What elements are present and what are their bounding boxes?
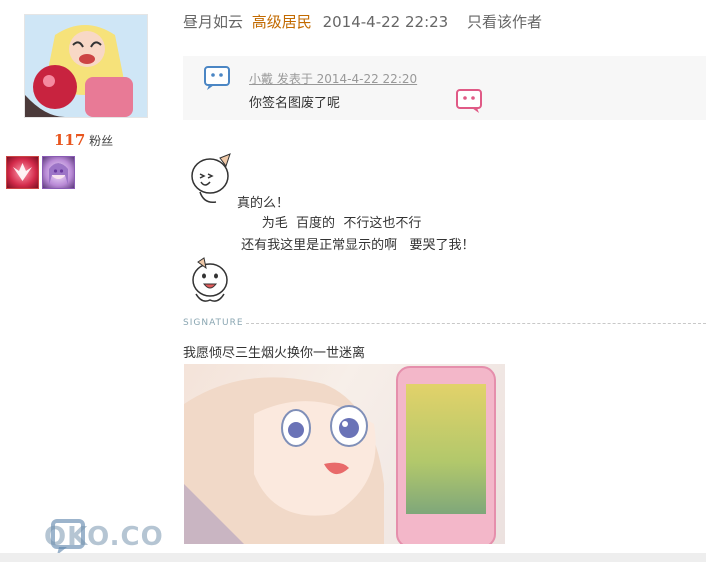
fans-number: 117 bbox=[54, 131, 86, 149]
quote-open-icon bbox=[204, 66, 230, 90]
quote-close-icon bbox=[456, 89, 482, 113]
post-datetime: 2014-4-22 22:23 bbox=[322, 13, 449, 31]
only-author-link[interactable]: 只看该作者 bbox=[467, 13, 542, 31]
signature-label: SIGNATURE bbox=[183, 318, 244, 328]
post-body-line-2: 为毛 百度的 不行这也不行 bbox=[237, 216, 422, 231]
character-icon bbox=[49, 163, 68, 185]
author-name[interactable]: 昼月如云 bbox=[183, 13, 243, 31]
emoticon-shouting-icon bbox=[192, 257, 228, 302]
avatar[interactable] bbox=[24, 14, 148, 118]
watermark-text: OKO.CO bbox=[44, 522, 164, 552]
signature-divider bbox=[246, 323, 706, 324]
user-level-badge: 高级居民 bbox=[251, 13, 312, 31]
fans-count[interactable]: 117 粉丝 bbox=[54, 131, 113, 149]
phone-screen bbox=[406, 384, 486, 514]
post-header: 昼月如云 高级居民 2014-4-22 22:23 只看该作者 bbox=[183, 11, 542, 32]
quote-block: 小戴 发表于 2014-4-22 22:20 你签名图废了呢 bbox=[183, 56, 706, 120]
avatar-image bbox=[25, 15, 147, 117]
fans-label: 粉丝 bbox=[89, 134, 114, 148]
quote-text: 你签名图废了呢 bbox=[249, 96, 341, 111]
post-body-line-1: 真的么！ bbox=[237, 196, 290, 211]
user-sidebar: 117 粉丝 bbox=[0, 0, 170, 562]
phone-illustration bbox=[396, 366, 496, 544]
quote-meta-link[interactable]: 小戴 发表于 2014-4-22 22:20 bbox=[249, 70, 417, 87]
post-body-line-3: 还有我这里是正常显示的啊 要哭了我！ bbox=[237, 238, 475, 253]
medal-character-icon[interactable] bbox=[42, 156, 75, 189]
signature-image bbox=[184, 364, 505, 544]
wings-icon bbox=[13, 163, 32, 181]
emoticon-crying-icon bbox=[191, 153, 231, 204]
signature-text: 我愿倾尽三生烟火换你一世迷离 bbox=[183, 346, 366, 361]
medal-wings-icon[interactable] bbox=[6, 156, 39, 189]
bottom-scrollbar[interactable] bbox=[0, 553, 706, 562]
